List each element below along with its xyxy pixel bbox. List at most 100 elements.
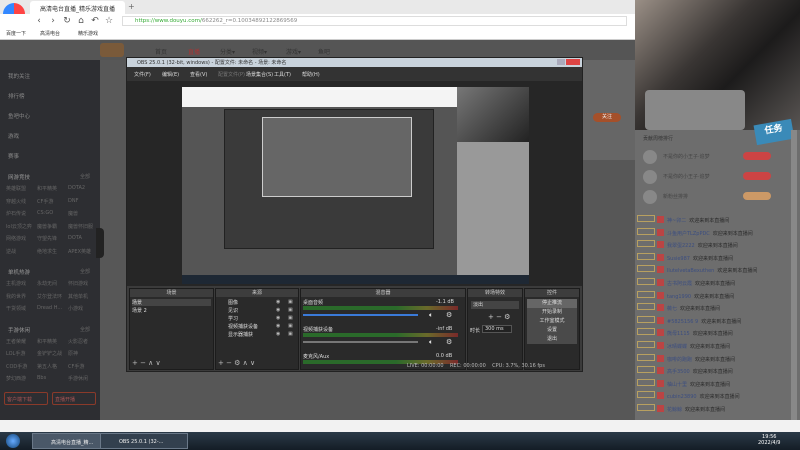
sidebar-category[interactable]: 艾尔登法环 [37, 293, 62, 300]
control-button[interactable]: 退出 [527, 335, 577, 344]
url-input[interactable]: https://www.douyu.com/662262_r=0.1003489… [122, 16, 627, 26]
sidebar-item-games[interactable]: 游戏 [8, 132, 19, 140]
chat-message[interactable]: 我翠蛋2222 欢迎来到本直播间 [637, 240, 787, 253]
sidebar-category[interactable]: 守望先锋 [37, 235, 57, 242]
chat-message[interactable]: cubin23890 欢迎来到本直播间 [637, 391, 787, 404]
sidebar-more-link[interactable]: 全部 [80, 326, 90, 333]
star-icon[interactable]: ☆ [104, 16, 114, 26]
sidebar-category[interactable]: Bbs [37, 375, 46, 381]
sidebar-category[interactable]: 怀旧游戏 [68, 280, 88, 287]
undo-icon[interactable]: ↶ [90, 16, 100, 26]
chat-message[interactable]: 高手3500 欢迎来到本直播间 [637, 366, 787, 379]
source-controls[interactable]: + − ⚙ ∧ ∨ [218, 359, 255, 367]
bookmark[interactable]: 精乐游戏 [78, 30, 98, 37]
gear-icon[interactable]: ⚙ [446, 311, 452, 319]
follow-button[interactable]: 关注 [593, 113, 621, 122]
source-item[interactable]: 视频捕获设备 [218, 323, 296, 330]
sidebar-category[interactable]: 我的世界 [6, 293, 26, 300]
control-button[interactable]: 工作室模式 [527, 317, 577, 326]
chat-username[interactable]: 花鲸鲸 [667, 407, 682, 413]
chat-username[interactable]: cubin23890 [667, 394, 697, 400]
speaker-icon[interactable]: 🔈︎ [429, 311, 433, 320]
source-item[interactable]: 显示器捕获 [218, 331, 296, 338]
new-tab-icon[interactable]: + [128, 2, 135, 11]
obs-menu-item[interactable]: 配置文件(P) [218, 71, 245, 78]
speaker-icon[interactable]: 🔈︎ [429, 338, 433, 347]
clock[interactable]: 19:56 2022/4/9 [758, 434, 780, 446]
start-button[interactable] [6, 434, 20, 448]
obs-preview[interactable] [127, 81, 582, 286]
chat-username[interactable]: 冰晴蝶蝶 [667, 344, 687, 350]
nav-home[interactable]: 首页 [155, 47, 167, 56]
taskbar-obs[interactable]: OBS 25.0.1 (32-... [100, 433, 188, 449]
chat-message[interactable]: 薇七 欢迎来到本直播间 [637, 303, 787, 316]
chat-message[interactable]: 古书阿云霞 欢迎来到本直播间 [637, 278, 787, 291]
chat-message[interactable]: #5825156 9 欢迎来到本直播间 [637, 315, 787, 329]
nav-games[interactable]: 游戏▾ [286, 47, 301, 56]
obs-menu-item[interactable]: 文件(F) [134, 71, 151, 78]
visibility-eye-icon[interactable]: ◉ [276, 331, 280, 337]
sidebar-category[interactable]: 第五人格 [37, 363, 57, 370]
chat-username[interactable]: 神~卯二 [667, 218, 686, 224]
obs-menu-item[interactable]: 帮助(H) [302, 71, 320, 78]
scene-item[interactable]: 场景 [132, 299, 211, 306]
source-item[interactable]: 学习 [218, 315, 296, 322]
obs-menu-item[interactable]: 编辑(E) [162, 71, 179, 78]
visibility-eye-icon[interactable]: ◉ [276, 315, 280, 321]
sidebar-category[interactable]: APEX英雄 [68, 248, 91, 255]
sidebar-category[interactable]: 手游休闲 [68, 375, 88, 382]
reload-icon[interactable]: ↻ [62, 16, 72, 26]
duration-input[interactable]: 300 ms [482, 325, 512, 333]
sidebar-category[interactable]: 魔兽 [68, 210, 78, 217]
sidebar-category[interactable]: 魔兽争霸 [37, 223, 57, 230]
visibility-eye-icon[interactable]: ◉ [276, 307, 280, 313]
lock-icon[interactable]: ▣ [288, 331, 293, 337]
sidebar-category[interactable]: COD手游 [6, 363, 27, 370]
sidebar-category[interactable]: DOTA [68, 235, 82, 241]
sidebar-category[interactable]: 炉石传说 [6, 210, 26, 217]
chat-message[interactable]: 斗鱼用户TLZpPDC 欢迎来到本直播间 [637, 227, 787, 241]
sidebar-category[interactable]: 金铲铲之战 [37, 350, 62, 357]
chat-message[interactable]: 花鲸鲸 欢迎来到本直播间 [637, 404, 787, 417]
nav-yuba[interactable]: 鱼吧 [318, 47, 330, 56]
obs-menu-item[interactable]: 工具(T) [274, 71, 291, 78]
chat-username[interactable]: #5825156 9 [667, 319, 698, 325]
chat-username[interactable]: Susie987 [667, 256, 690, 262]
sidebar-category[interactable]: LOL手游 [6, 350, 25, 357]
sidebar-item-esports[interactable]: 赛事 [8, 152, 19, 160]
sidebar-category[interactable]: 绝地求生 [37, 248, 57, 255]
sidebar-category[interactable]: 逆战 [6, 248, 16, 255]
control-button[interactable]: 设置 [527, 326, 577, 335]
lock-icon[interactable]: ▣ [288, 307, 293, 313]
visibility-eye-icon[interactable]: ◉ [276, 323, 280, 329]
sidebar-category[interactable]: CF手游 [68, 363, 84, 370]
source-item[interactable]: 见识 [218, 307, 296, 314]
bookmark[interactable]: 高清电台 [40, 30, 60, 37]
lock-icon[interactable]: ▣ [288, 299, 293, 305]
transition-select[interactable]: 淡出 [471, 301, 519, 309]
chat-message[interactable]: 咖啡的跑跑 欢迎来到本直播间 [637, 353, 787, 367]
source-item[interactable]: 图像 [218, 299, 296, 306]
chat-username[interactable]: 薇七 [667, 306, 677, 312]
sidebar-collapse-handle[interactable] [96, 228, 104, 258]
volume-slider[interactable] [303, 314, 418, 316]
home-icon[interactable]: ⌂ [76, 16, 86, 26]
sidebar-more-link[interactable]: 全部 [80, 268, 90, 275]
maximize-icon[interactable] [557, 59, 565, 65]
scene-controls[interactable]: + − ∧ ∨ [132, 359, 161, 367]
sidebar-more-link[interactable]: 全部 [80, 173, 90, 180]
sidebar-category[interactable]: 和平精英 [37, 338, 57, 345]
sidebar-category[interactable]: 主机游戏 [6, 280, 26, 287]
forward-icon[interactable]: › [48, 16, 58, 26]
close-icon[interactable] [566, 59, 580, 65]
chat-message[interactable]: 冰晴蝶蝶 欢迎来到本直播间 [637, 341, 787, 354]
sidebar-item-rank[interactable]: 排行榜 [8, 92, 25, 100]
lock-icon[interactable]: ▣ [288, 315, 293, 321]
sidebar-category[interactable]: 穿越火线 [6, 198, 26, 205]
chat-username[interactable]: 古书阿云霞 [667, 281, 692, 287]
sidebar-category[interactable]: lol云顶之弈 [6, 223, 32, 230]
lock-icon[interactable]: ▣ [288, 323, 293, 329]
sidebar-category[interactable]: 英雄联盟 [6, 185, 26, 192]
douyu-logo[interactable] [100, 43, 124, 57]
sidebar-category[interactable]: 王者荣耀 [6, 338, 26, 345]
